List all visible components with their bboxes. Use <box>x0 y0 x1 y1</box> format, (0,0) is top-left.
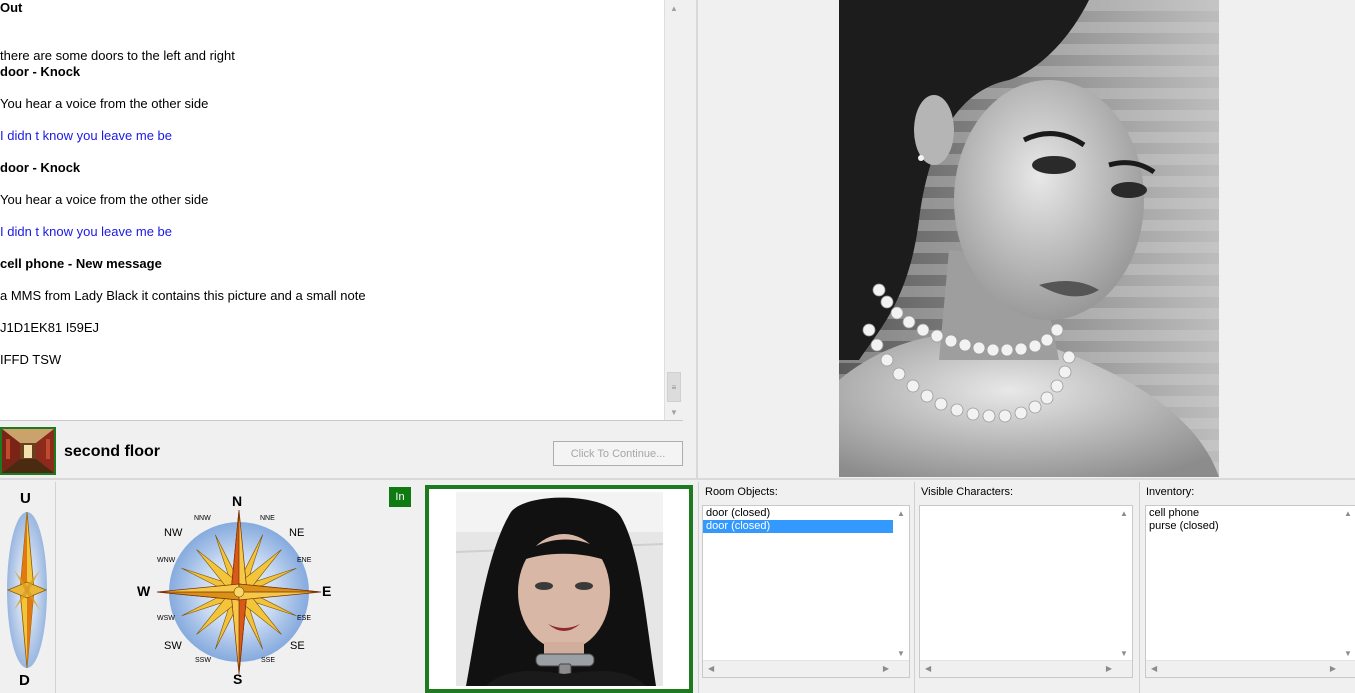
in-button[interactable]: In <box>389 487 411 507</box>
log-line: cell phone - New message <box>0 256 162 271</box>
log-line: door - Knock <box>0 160 81 175</box>
compass-southwest[interactable]: SW <box>164 640 182 652</box>
inventory-title: Inventory: <box>1146 486 1195 498</box>
scroll-left-icon[interactable]: ◀ <box>925 664 931 673</box>
visible-characters-hscroll[interactable]: ◀ ▶ <box>920 660 1132 677</box>
visible-characters-panel: Visible Characters: ▲ ▼ ◀ ▶ <box>914 482 1137 693</box>
log-line: I didn t know you leave me be <box>0 128 172 143</box>
compass-ssw[interactable]: SSW <box>195 657 211 664</box>
location-thumbnail[interactable] <box>0 427 56 475</box>
up-button[interactable]: U <box>20 490 31 507</box>
scroll-down-icon[interactable]: ▼ <box>1120 649 1128 658</box>
compass-ese[interactable]: ESE <box>297 615 311 622</box>
location-name: second floor <box>64 443 161 460</box>
compass-west[interactable]: W <box>137 583 150 599</box>
inventory-panel: Inventory: cell phone purse (closed) ▲ ▼… <box>1139 482 1355 693</box>
portrait-image <box>839 0 1219 477</box>
panel-divider <box>696 0 698 478</box>
inventory-vscroll[interactable]: ▲ ▼ <box>1340 506 1355 661</box>
updown-arrow-icon[interactable] <box>6 510 48 670</box>
compass-east[interactable]: E <box>322 583 331 599</box>
scroll-up-icon[interactable]: ▲ <box>665 0 683 16</box>
scroll-down-icon[interactable]: ▼ <box>1344 649 1352 658</box>
character-portrait-image <box>456 492 663 686</box>
log-scrollbar[interactable]: ▲ ≡ ▼ <box>664 0 683 420</box>
inventory-hscroll[interactable]: ◀ ▶ <box>1146 660 1355 677</box>
log-line: IFFD TSW <box>0 352 62 367</box>
room-objects-title: Room Objects: <box>705 486 778 498</box>
compass-northwest[interactable]: NW <box>164 527 182 539</box>
room-objects-vscroll[interactable]: ▲ ▼ <box>893 506 909 661</box>
log-line: I didn t know you leave me be <box>0 224 172 239</box>
visible-characters-vscroll[interactable]: ▲ ▼ <box>1116 506 1132 661</box>
scroll-right-icon[interactable]: ▶ <box>883 664 889 673</box>
log-line: You hear a voice from the other side <box>0 192 209 207</box>
continue-button[interactable]: Click To Continue... <box>553 441 683 466</box>
log-line: a MMS from Lady Black it contains this p… <box>0 288 366 303</box>
list-item[interactable]: door (closed) <box>703 520 893 533</box>
compass-northeast[interactable]: NE <box>289 527 304 539</box>
scroll-left-icon[interactable]: ◀ <box>708 664 714 673</box>
log-line: J1D1EK81 I59EJ <box>0 320 100 335</box>
compass-southeast[interactable]: SE <box>290 640 305 652</box>
compass-nne[interactable]: NNE <box>260 515 275 522</box>
list-item[interactable]: door (closed) <box>703 507 893 520</box>
compass-ene[interactable]: ENE <box>297 557 311 564</box>
room-objects-panel: Room Objects: door (closed) door (closed… <box>698 482 912 693</box>
scroll-up-icon[interactable]: ▲ <box>1120 509 1128 518</box>
compass-north[interactable]: N <box>232 493 242 509</box>
compass-nnw[interactable]: NNW <box>194 515 211 522</box>
updown-navigation: U D <box>0 482 56 693</box>
list-item[interactable]: purse (closed) <box>1146 520 1336 533</box>
scroll-thumb[interactable]: ≡ <box>667 372 681 402</box>
visible-characters-title: Visible Characters: <box>921 486 1014 498</box>
message-log-panel: Out there are some doors to the left and… <box>0 0 683 421</box>
character-portrait[interactable] <box>425 485 693 693</box>
scroll-up-icon[interactable]: ▲ <box>897 509 905 518</box>
log-line: there are some doors to the left and rig… <box>0 48 235 63</box>
room-objects-list[interactable]: door (closed) door (closed) ▲ ▼ ◀ ▶ <box>702 505 910 678</box>
scroll-down-icon[interactable]: ▼ <box>665 404 683 420</box>
scroll-left-icon[interactable]: ◀ <box>1151 664 1157 673</box>
compass-navigation: N S W E NW NE SW SE NNW NNE WNW ENE WSW … <box>57 482 419 693</box>
inventory-list[interactable]: cell phone purse (closed) ▲ ▼ ◀ ▶ <box>1145 505 1355 678</box>
log-line: You hear a voice from the other side <box>0 96 209 111</box>
panel-divider <box>0 478 1355 480</box>
scroll-right-icon[interactable]: ▶ <box>1106 664 1112 673</box>
compass-wnw[interactable]: WNW <box>157 557 175 564</box>
list-item[interactable]: cell phone <box>1146 507 1336 520</box>
scroll-right-icon[interactable]: ▶ <box>1330 664 1336 673</box>
log-line: door - Knock <box>0 64 81 79</box>
visible-characters-list[interactable]: ▲ ▼ ◀ ▶ <box>919 505 1133 678</box>
scroll-down-icon[interactable]: ▼ <box>897 649 905 658</box>
compass-sse[interactable]: SSE <box>261 657 275 664</box>
down-button[interactable]: D <box>19 672 30 689</box>
room-objects-hscroll[interactable]: ◀ ▶ <box>703 660 909 677</box>
scroll-up-icon[interactable]: ▲ <box>1344 509 1352 518</box>
compass-wsw[interactable]: WSW <box>157 615 175 622</box>
compass-south[interactable]: S <box>233 671 242 687</box>
log-line: Out <box>0 0 23 15</box>
message-log: Out there are some doors to the left and… <box>0 0 664 420</box>
